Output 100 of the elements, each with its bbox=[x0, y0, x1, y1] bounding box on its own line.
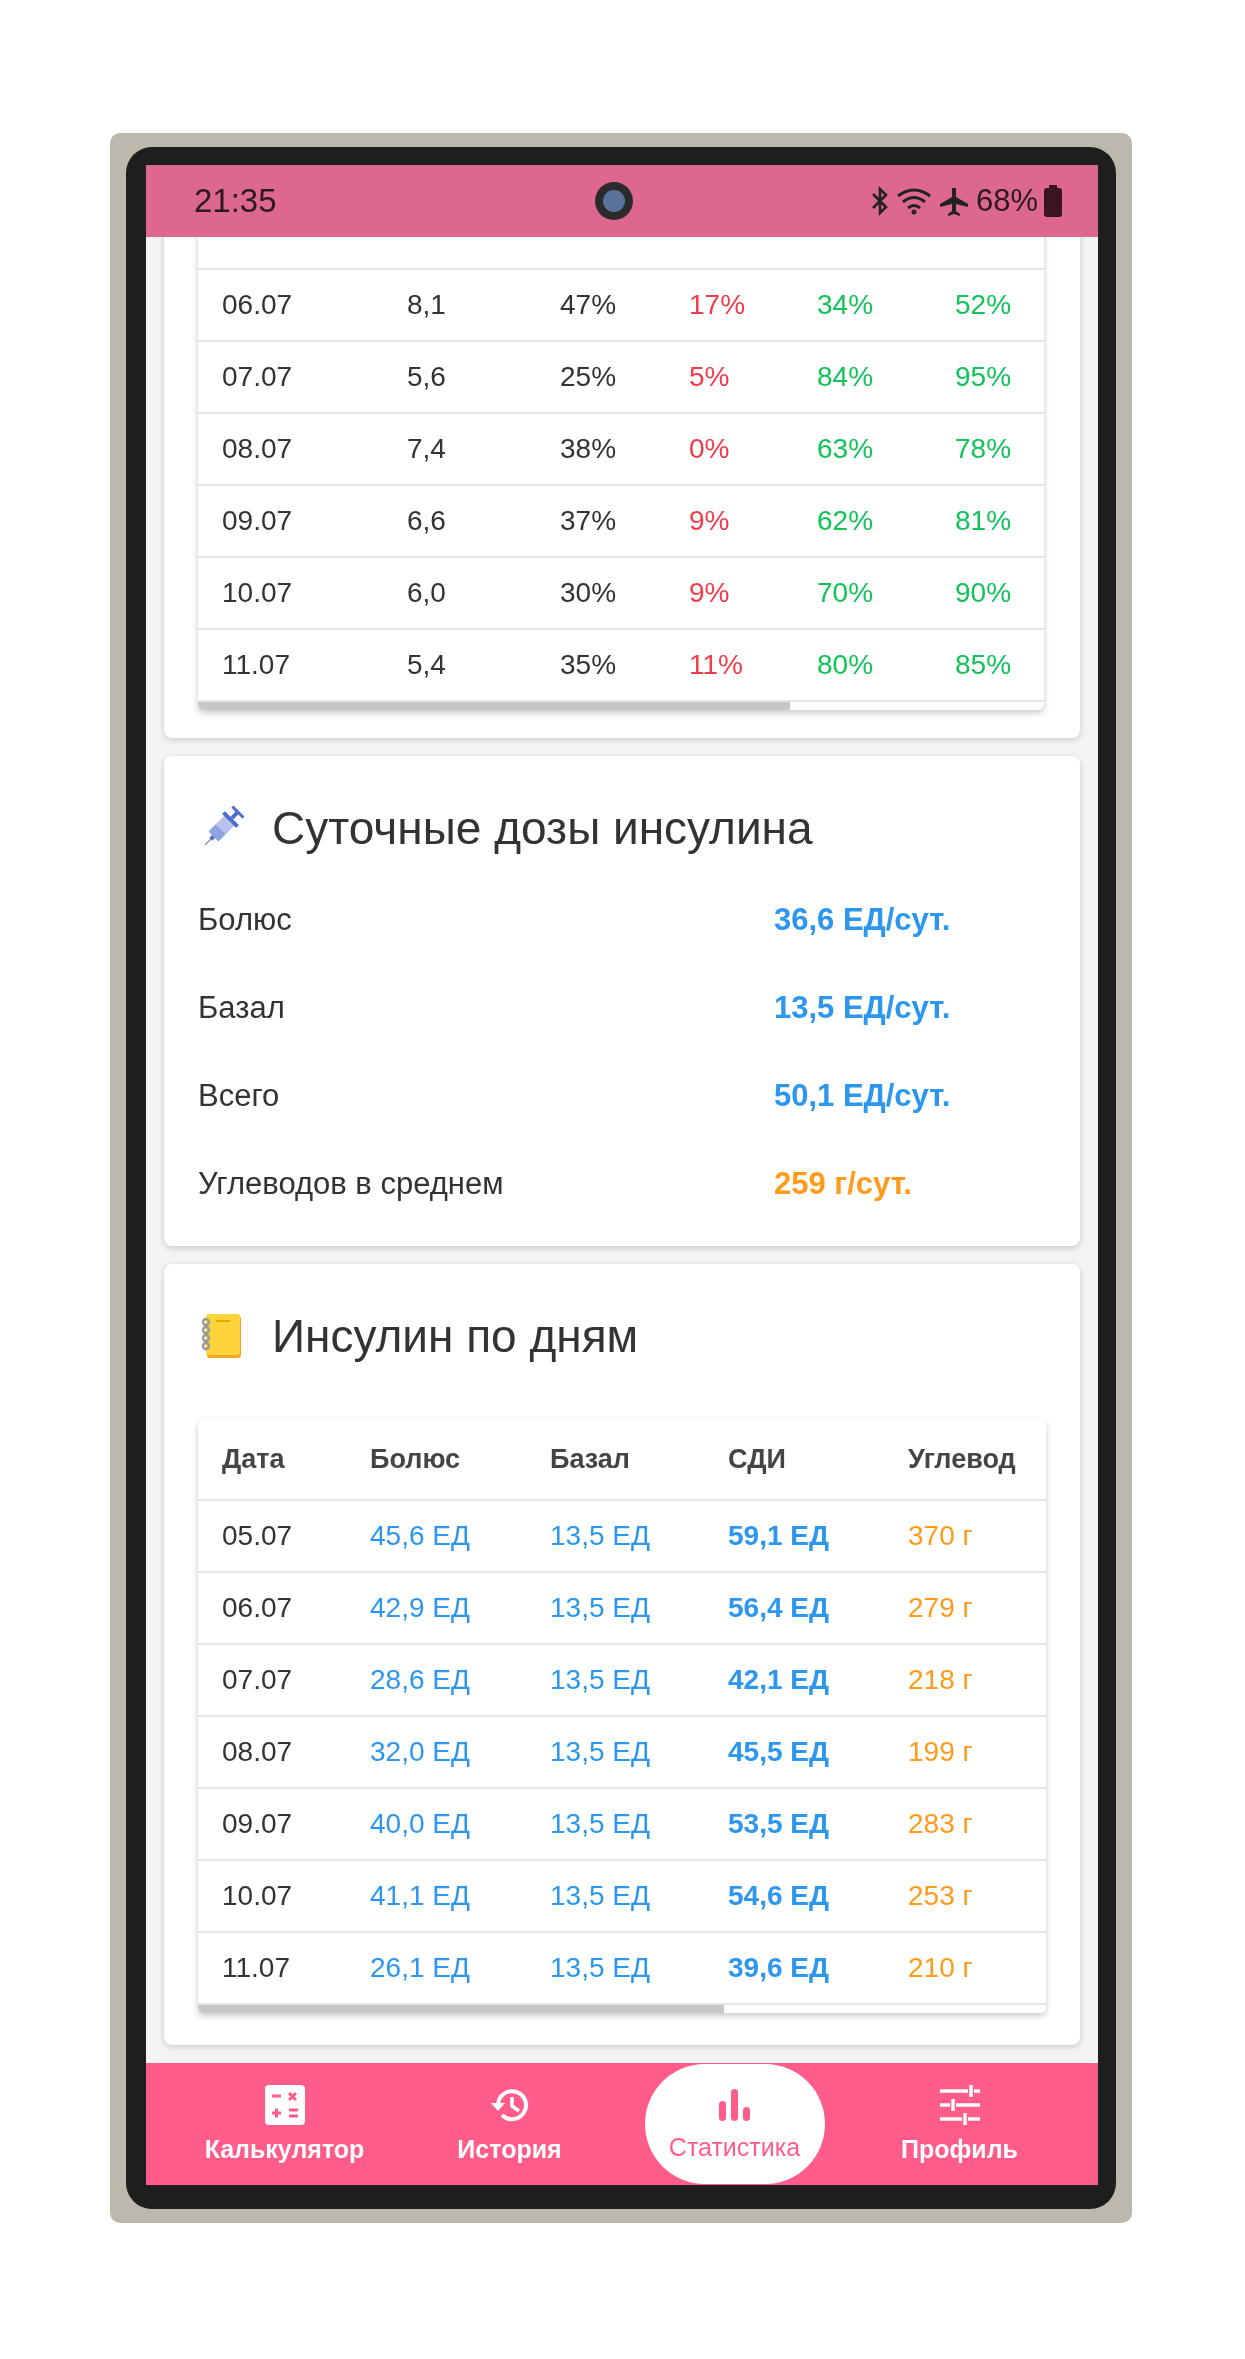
table-cell-text: 279 г bbox=[908, 1592, 974, 1624]
nav-tab[interactable]: Статистика bbox=[644, 2064, 825, 2184]
status-time: 21:35 bbox=[194, 182, 277, 220]
table-cell-text: 63% bbox=[817, 433, 875, 465]
table-cell-text: 199 г bbox=[908, 1736, 974, 1768]
dose-value: 50,1 ЕД/сут. bbox=[774, 1078, 951, 1114]
bar-chart-icon bbox=[716, 2086, 753, 2123]
table-cell-text: 41,1 ЕД bbox=[370, 1880, 471, 1912]
table-cell-text: 13,5 ЕД bbox=[550, 1520, 651, 1552]
table-cell-text: 84% bbox=[817, 361, 875, 393]
card-title: Инсулин по дням bbox=[272, 1309, 639, 1363]
column-header: Углевод bbox=[908, 1443, 1017, 1475]
table-cell-text: 08.07 bbox=[222, 433, 294, 465]
table-cell-text: 13,5 ЕД bbox=[550, 1736, 651, 1768]
camera-icon bbox=[594, 181, 634, 221]
nav-tab[interactable]: История bbox=[419, 2064, 600, 2184]
table-cell-text: 6,6 bbox=[407, 505, 447, 537]
table-cell-text: 59,1 ЕД bbox=[728, 1520, 830, 1552]
table-cell-text: 52% bbox=[955, 289, 1013, 321]
table-cell-text: 35% bbox=[560, 649, 618, 681]
table-cell-text: 39,6 ЕД bbox=[728, 1952, 830, 1984]
airplane-icon bbox=[937, 185, 970, 217]
table-cell-text: 5,4 bbox=[407, 649, 447, 681]
bluetooth-icon bbox=[869, 186, 890, 216]
table-cell-text: 10.07 bbox=[222, 577, 294, 609]
table-cell-text: 06.07 bbox=[222, 289, 294, 321]
table-cell-text: 08.07 bbox=[222, 1736, 294, 1768]
table-cell-text: 283 г bbox=[908, 1808, 974, 1840]
dose-label: Базал bbox=[198, 990, 286, 1026]
table-cell-text: 370 г bbox=[908, 1520, 974, 1552]
table-cell-text: 56,4 ЕД bbox=[728, 1592, 830, 1624]
column-header: Болюс bbox=[370, 1443, 462, 1475]
dose-label: Углеводов в среднем bbox=[198, 1166, 505, 1202]
battery-percent: 68% bbox=[975, 183, 1038, 219]
table-cell-text: 85% bbox=[955, 649, 1013, 681]
table-cell-text: 90% bbox=[955, 577, 1013, 609]
battery-icon bbox=[1044, 185, 1062, 217]
dose-value: 13,5 ЕД/сут. bbox=[774, 990, 951, 1026]
table-cell-text: 45,5 ЕД bbox=[728, 1736, 830, 1768]
table-cell-text: 05.07 bbox=[222, 1520, 294, 1552]
table-cell-text: 13,5 ЕД bbox=[550, 1592, 651, 1624]
table-cell-text: 25% bbox=[560, 361, 618, 393]
table-cell-text: 54,6 ЕД bbox=[728, 1880, 830, 1912]
table-cell-text: 210 г bbox=[908, 1952, 974, 1984]
dose-label: Всего bbox=[198, 1078, 281, 1114]
table-cell-text: 7,4 bbox=[407, 433, 447, 465]
sliders-icon bbox=[939, 2084, 980, 2125]
table-cell-text: 9% bbox=[689, 505, 731, 537]
table-cell-text: 8,1 bbox=[407, 289, 447, 321]
table-cell-text: 80% bbox=[817, 649, 875, 681]
table-cell-text: 42,9 ЕД bbox=[370, 1592, 471, 1624]
table-cell-text: 40,0 ЕД bbox=[370, 1808, 471, 1840]
table-cell-text: 70% bbox=[817, 577, 875, 609]
table-cell-text: 253 г bbox=[908, 1880, 974, 1912]
card-title: Суточные дозы инсулина bbox=[272, 801, 813, 855]
table-cell-text: 0% bbox=[689, 433, 731, 465]
table-cell-text: 10.07 bbox=[222, 1880, 294, 1912]
table-cell-text: 17% bbox=[689, 289, 747, 321]
table-cell-text: 11.07 bbox=[222, 1952, 291, 1984]
table-cell-text: 26,1 ЕД bbox=[370, 1952, 471, 1984]
table-cell-text: 5,6 bbox=[407, 361, 447, 393]
table-cell-text: 34% bbox=[817, 289, 875, 321]
table-cell-text: 95% bbox=[955, 361, 1013, 393]
table-cell-text: 78% bbox=[955, 433, 1013, 465]
table-cell-text: 07.07 bbox=[222, 361, 294, 393]
table-cell-text: 81% bbox=[955, 505, 1013, 537]
calculator-icon bbox=[264, 2084, 305, 2125]
table-cell-text: 06.07 bbox=[222, 1592, 294, 1624]
table-cell-text: 5% bbox=[689, 361, 731, 393]
table-cell-text: 6,0 bbox=[407, 577, 447, 609]
table-cell-text: 53,5 ЕД bbox=[728, 1808, 830, 1840]
nav-tab[interactable]: Профиль bbox=[869, 2064, 1050, 2184]
table-cell-text: 32,0 ЕД bbox=[370, 1736, 471, 1768]
table-cell-text: 13,5 ЕД bbox=[550, 1664, 651, 1696]
table-cell-text: 38% bbox=[560, 433, 618, 465]
table-cell-text: 28,6 ЕД bbox=[370, 1664, 471, 1696]
table-cell-text: 9% bbox=[689, 577, 731, 609]
table-cell-text: 13,5 ЕД bbox=[550, 1952, 651, 1984]
column-header: Дата bbox=[222, 1443, 286, 1475]
dose-label: Болюс bbox=[198, 902, 293, 938]
table-cell-text: 13,5 ЕД bbox=[550, 1808, 651, 1840]
column-header: Базал bbox=[550, 1443, 631, 1475]
table-cell-text: 11.07 bbox=[222, 649, 291, 681]
table-cell-text: 11% bbox=[689, 649, 744, 681]
table-cell-text: 42,1 ЕД bbox=[728, 1664, 830, 1696]
table-cell-text: 13,5 ЕД bbox=[550, 1880, 651, 1912]
table-cell-text: 09.07 bbox=[222, 1808, 294, 1840]
table-cell-text: 07.07 bbox=[222, 1664, 294, 1696]
column-header: СДИ bbox=[728, 1443, 787, 1475]
table-cell-text: 37% bbox=[560, 505, 618, 537]
table-cell-text: 30% bbox=[560, 577, 618, 609]
dose-value: 36,6 ЕД/сут. bbox=[774, 902, 951, 938]
table-cell-text: 62% bbox=[817, 505, 875, 537]
table-cell-text: 45,6 ЕД bbox=[370, 1520, 471, 1552]
nav-tab[interactable]: Калькулятор bbox=[194, 2064, 375, 2184]
table-cell-text: 09.07 bbox=[222, 505, 294, 537]
dose-value: 259 г/сут. bbox=[774, 1166, 912, 1202]
table-cell-text: 47% bbox=[560, 289, 618, 321]
wifi-icon bbox=[895, 186, 932, 216]
table-cell-text: 218 г bbox=[908, 1664, 974, 1696]
